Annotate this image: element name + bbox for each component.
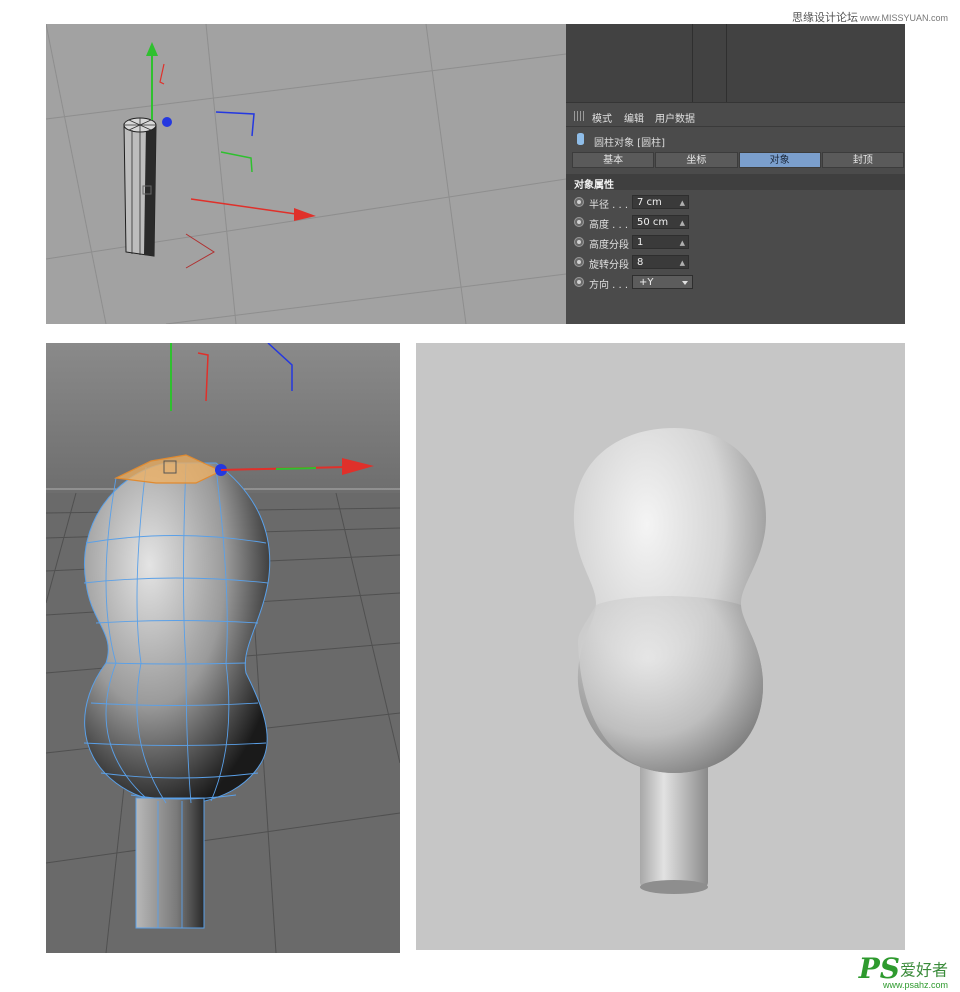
tab-caps[interactable]: 封顶 [821, 152, 904, 168]
viewport-scene [46, 24, 566, 324]
logo-url: www.psahz.com [882, 980, 948, 990]
spinner-icon[interactable]: ▲ [680, 216, 685, 230]
select-value: +Y [639, 277, 654, 288]
section-object-properties: 对象属性 [566, 174, 905, 191]
object-title: 圆柱对象 [圆柱] [594, 138, 665, 149]
watermark-logo: PS爱好者 www.psahz.com [859, 952, 948, 990]
watermark-site-url: www.MISSYUAN.com [859, 13, 948, 23]
animate-radio-icon[interactable] [574, 217, 584, 227]
field-value: 7 cm [637, 197, 662, 208]
param-label: 高度 . . . [589, 220, 629, 231]
tab-coord[interactable]: 坐标 [655, 152, 738, 168]
param-height-segments: 高度分段 1 ▲ [566, 234, 905, 252]
height-input[interactable]: 50 cm ▲ [632, 215, 689, 229]
animate-radio-icon[interactable] [574, 277, 584, 287]
param-label: 半径 . . . [589, 200, 629, 211]
object-manager-area [566, 24, 905, 103]
logo-text: 爱好者 [899, 960, 948, 980]
param-rotation-segments: 旋转分段 8 ▲ [566, 254, 905, 272]
cylinder-object[interactable] [123, 117, 157, 257]
spinner-icon[interactable]: ▲ [680, 256, 685, 270]
tab-object[interactable]: 对象 [738, 152, 821, 168]
field-value: 8 [637, 257, 644, 268]
menu-user-data[interactable]: 用户数据 [655, 110, 695, 125]
watermark-site-name: 思缘设计论坛 [791, 11, 858, 24]
rotation-segments-input[interactable]: 8 ▲ [632, 255, 689, 269]
grip-icon[interactable] [574, 111, 584, 121]
animate-radio-icon[interactable] [574, 257, 584, 267]
param-radius: 半径 . . . 7 cm ▲ [566, 194, 905, 212]
height-segments-input[interactable]: 1 ▲ [632, 235, 689, 249]
attribute-tabs: 基本 坐标 对象 封顶 [572, 152, 904, 168]
viewport-cylinder[interactable] [46, 24, 566, 324]
orientation-select[interactable]: +Y [632, 275, 693, 289]
field-value: 50 cm [637, 217, 669, 228]
param-label: 高度分段 [589, 240, 629, 251]
render-preview [416, 343, 905, 950]
menu-mode[interactable]: 模式 [592, 110, 612, 125]
watermark-top: 思缘设计论坛 www.MISSYUAN.com [792, 9, 948, 25]
cylinder-icon [577, 133, 584, 145]
section-title: 对象属性 [574, 180, 614, 191]
param-label: 方向 . . . [589, 280, 629, 291]
attribute-menubar: 模式 编辑 用户数据 [566, 106, 905, 127]
field-value: 1 [637, 237, 644, 248]
object-header: 圆柱对象 [圆柱] [566, 130, 905, 150]
animate-radio-icon[interactable] [574, 237, 584, 247]
tab-basic[interactable]: 基本 [572, 152, 655, 168]
attribute-manager: 模式 编辑 用户数据 圆柱对象 [圆柱] 基本 坐标 对象 封顶 对象属性 半径… [566, 24, 905, 324]
chevron-down-icon [682, 281, 688, 285]
param-height: 高度 . . . 50 cm ▲ [566, 214, 905, 232]
spinner-icon[interactable]: ▲ [680, 196, 685, 210]
rendered-gourd [416, 343, 905, 950]
param-label: 旋转分段 [589, 260, 629, 271]
param-orientation: 方向 . . . +Y [566, 274, 905, 292]
animate-radio-icon[interactable] [574, 197, 584, 207]
viewport-scene [46, 343, 400, 953]
spinner-icon[interactable]: ▲ [680, 236, 685, 250]
menu-edit[interactable]: 编辑 [624, 110, 644, 125]
radius-input[interactable]: 7 cm ▲ [632, 195, 689, 209]
viewport-wireframe[interactable] [46, 343, 400, 953]
